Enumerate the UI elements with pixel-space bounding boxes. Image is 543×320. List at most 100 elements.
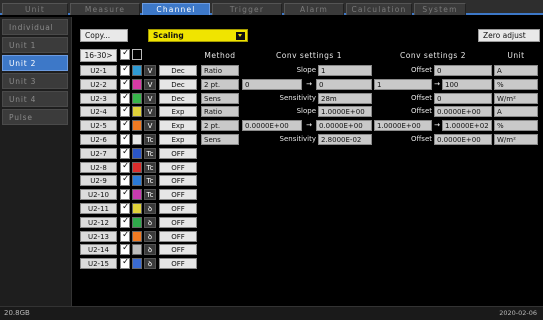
channel-color-swatch[interactable] bbox=[132, 161, 142, 173]
input-type[interactable]: ꝺ bbox=[144, 258, 156, 270]
notation-button[interactable]: Dec bbox=[159, 92, 197, 104]
channel-color-swatch[interactable] bbox=[132, 244, 142, 256]
notation-button[interactable]: Dec bbox=[159, 65, 197, 76]
notation-button[interactable]: OFF bbox=[159, 147, 197, 159]
select-all-checkbox[interactable]: ✓ bbox=[120, 49, 130, 60]
channel-label[interactable]: U2-15 bbox=[80, 258, 117, 270]
unit-field[interactable]: A bbox=[494, 65, 538, 76]
tab-channel[interactable]: Channel bbox=[142, 3, 210, 15]
unit-field[interactable]: W/m² bbox=[494, 92, 538, 104]
input-type[interactable]: V bbox=[144, 120, 156, 132]
channel-label[interactable]: U2-14 bbox=[80, 244, 117, 256]
conv1-value[interactable]: 2.8000E-02 bbox=[318, 134, 372, 145]
input-type[interactable]: ꝺ bbox=[144, 230, 156, 242]
channel-label[interactable]: U2-7 bbox=[80, 147, 117, 159]
channel-color-swatch[interactable] bbox=[132, 134, 142, 145]
input-type[interactable]: ꝺ bbox=[144, 244, 156, 256]
channel-enable-checkbox[interactable]: ✓ bbox=[120, 244, 130, 256]
channel-label[interactable]: U2-5 bbox=[80, 120, 117, 132]
channel-color-swatch[interactable] bbox=[132, 189, 142, 201]
sidebar-item-unit-2[interactable]: Unit 2 bbox=[2, 55, 68, 71]
channel-enable-checkbox[interactable]: ✓ bbox=[120, 78, 130, 90]
conv1-value[interactable]: 1.0000E+00 bbox=[318, 106, 372, 118]
channel-enable-checkbox[interactable]: ✓ bbox=[120, 106, 130, 118]
tab-trigger[interactable]: Trigger bbox=[212, 3, 282, 15]
channel-label[interactable]: U2-4 bbox=[80, 106, 117, 118]
input-type[interactable]: Tc bbox=[144, 189, 156, 201]
channel-enable-checkbox[interactable]: ✓ bbox=[120, 65, 130, 76]
tab-measure[interactable]: Measure bbox=[70, 3, 140, 15]
channel-enable-checkbox[interactable]: ✓ bbox=[120, 230, 130, 242]
conv1-output-value[interactable]: 0 bbox=[316, 78, 372, 90]
input-type[interactable]: V bbox=[144, 92, 156, 104]
channel-label[interactable]: U2-13 bbox=[80, 230, 117, 242]
notation-button[interactable]: OFF bbox=[159, 189, 197, 201]
input-type[interactable]: Tc bbox=[144, 134, 156, 145]
conv1-value[interactable]: 1 bbox=[318, 65, 372, 76]
conv1-input-value[interactable]: 0.0000E+00 bbox=[242, 120, 302, 132]
conv2-output-value[interactable]: 1.0000E+02 bbox=[442, 120, 492, 132]
notation-button[interactable]: OFF bbox=[159, 175, 197, 187]
notation-button[interactable]: OFF bbox=[159, 244, 197, 256]
notation-button[interactable]: OFF bbox=[159, 258, 197, 270]
notation-button[interactable]: Exp bbox=[159, 106, 197, 118]
channel-enable-checkbox[interactable]: ✓ bbox=[120, 92, 130, 104]
tab-unit[interactable]: Unit bbox=[2, 3, 68, 15]
channel-color-swatch[interactable] bbox=[132, 92, 142, 104]
sidebar-item-unit-3[interactable]: Unit 3 bbox=[2, 73, 68, 89]
notation-button[interactable]: Exp bbox=[159, 134, 197, 145]
scaling-method[interactable]: Ratio bbox=[201, 65, 239, 76]
channel-label[interactable]: U2-11 bbox=[80, 203, 117, 214]
channel-color-swatch[interactable] bbox=[132, 216, 142, 228]
conv2-value[interactable]: 0 bbox=[434, 65, 492, 76]
channel-label[interactable]: U2-9 bbox=[80, 175, 117, 187]
tab-system[interactable]: System bbox=[414, 3, 466, 15]
scaling-method[interactable]: 2 pt. bbox=[201, 78, 239, 90]
channel-enable-checkbox[interactable]: ✓ bbox=[120, 175, 130, 187]
notation-button[interactable]: Dec bbox=[159, 78, 197, 90]
channel-enable-checkbox[interactable]: ✓ bbox=[120, 134, 130, 145]
tab-alarm[interactable]: Alarm bbox=[284, 3, 344, 15]
tab-calculation[interactable]: Calculation bbox=[346, 3, 412, 15]
channel-label[interactable]: U2-8 bbox=[80, 161, 117, 173]
conv2-value[interactable]: 0.0000E+00 bbox=[434, 106, 492, 118]
channel-color-swatch[interactable] bbox=[132, 147, 142, 159]
conv1-input-value[interactable]: 0 bbox=[242, 78, 302, 90]
channel-color-swatch[interactable] bbox=[132, 65, 142, 76]
mode-dropdown[interactable]: Scaling bbox=[148, 29, 248, 42]
input-type[interactable]: V bbox=[144, 78, 156, 90]
sidebar-item-individual[interactable]: Individual bbox=[2, 19, 68, 35]
channel-range-button[interactable]: 16-30> bbox=[80, 49, 117, 62]
channel-color-swatch[interactable] bbox=[132, 258, 142, 270]
channel-color-swatch[interactable] bbox=[132, 78, 142, 90]
input-type[interactable]: Tc bbox=[144, 147, 156, 159]
channel-label[interactable]: U2-1 bbox=[80, 65, 117, 76]
channel-enable-checkbox[interactable]: ✓ bbox=[120, 147, 130, 159]
notation-button[interactable]: OFF bbox=[159, 216, 197, 228]
scaling-method[interactable]: Ratio bbox=[201, 106, 239, 118]
channel-color-swatch[interactable] bbox=[132, 230, 142, 242]
notation-button[interactable]: Exp bbox=[159, 120, 197, 132]
conv2-value[interactable]: 0.0000E+00 bbox=[434, 134, 492, 145]
unit-field[interactable]: % bbox=[494, 78, 538, 90]
channel-label[interactable]: U2-12 bbox=[80, 216, 117, 228]
notation-button[interactable]: OFF bbox=[159, 203, 197, 214]
input-type[interactable]: Tc bbox=[144, 175, 156, 187]
input-type[interactable]: V bbox=[144, 65, 156, 76]
input-type[interactable]: ꝺ bbox=[144, 216, 156, 228]
unit-field[interactable]: W/m² bbox=[494, 134, 538, 145]
sidebar-item-pulse[interactable]: Pulse bbox=[2, 109, 68, 125]
input-type[interactable]: ꝺ bbox=[144, 203, 156, 214]
channel-enable-checkbox[interactable]: ✓ bbox=[120, 203, 130, 214]
channel-color-swatch[interactable] bbox=[132, 175, 142, 187]
scaling-method[interactable]: 2 pt. bbox=[201, 120, 239, 132]
channel-label[interactable]: U2-2 bbox=[80, 78, 117, 90]
conv2-output-value[interactable]: 100 bbox=[442, 78, 492, 90]
sidebar-item-unit-4[interactable]: Unit 4 bbox=[2, 91, 68, 107]
channel-label[interactable]: U2-10 bbox=[80, 189, 117, 201]
scaling-method[interactable]: Sens bbox=[201, 92, 239, 104]
sidebar-item-unit-1[interactable]: Unit 1 bbox=[2, 37, 68, 53]
input-type[interactable]: Tc bbox=[144, 161, 156, 173]
channel-color-swatch[interactable] bbox=[132, 203, 142, 214]
channel-label[interactable]: U2-6 bbox=[80, 134, 117, 145]
